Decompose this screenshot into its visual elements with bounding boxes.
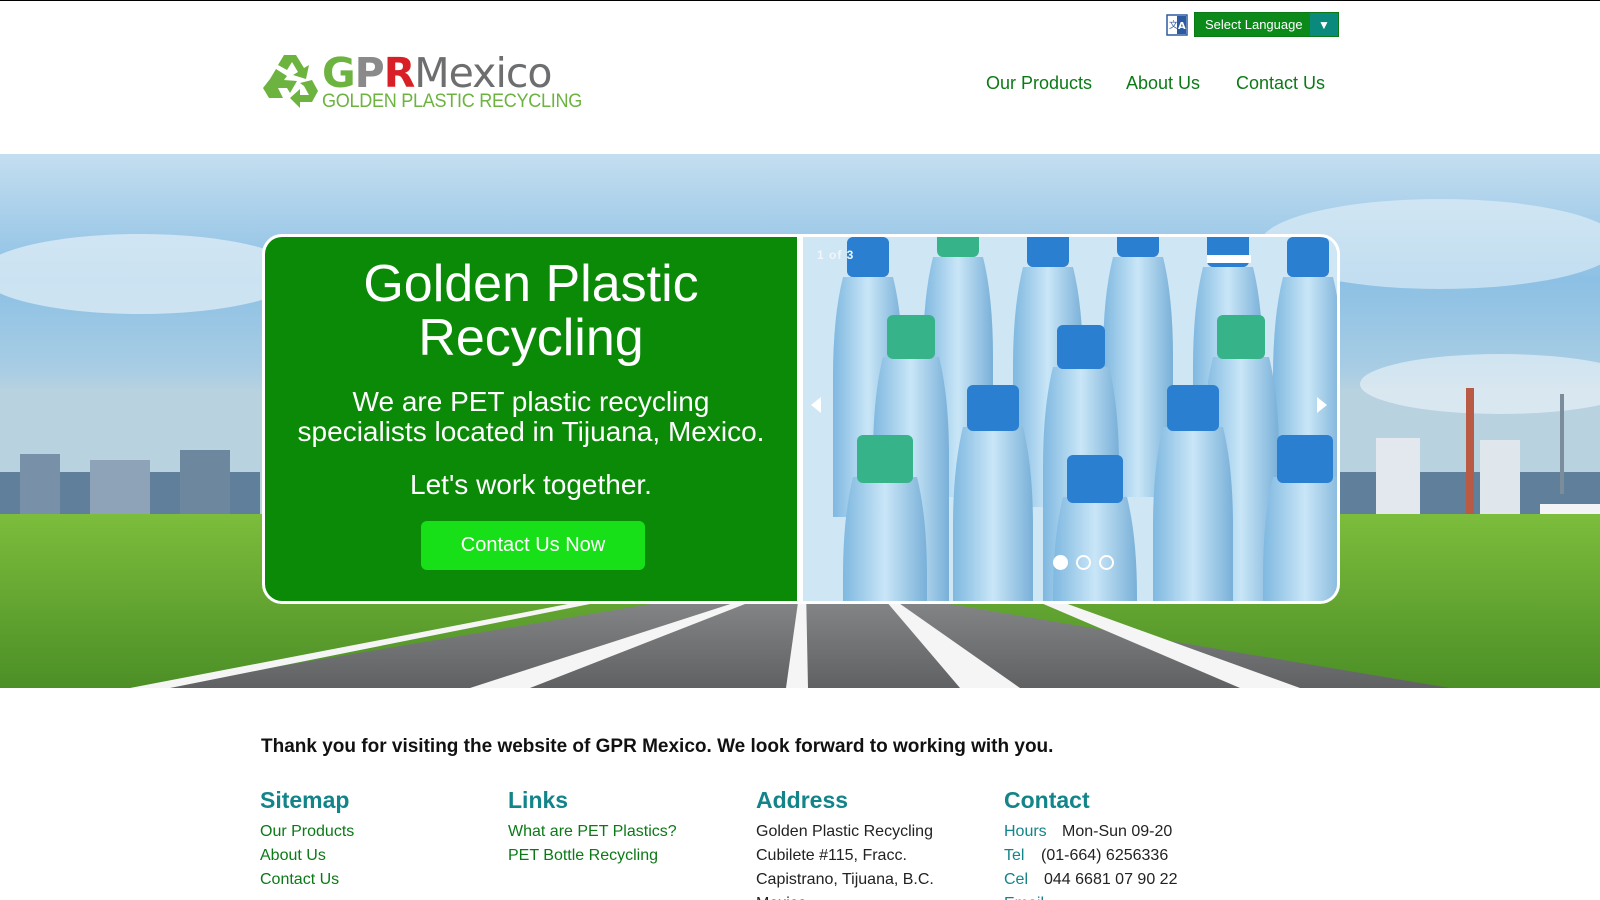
footer-sitemap: Sitemap Our Products About Us Contact Us (260, 787, 354, 892)
logo-wordmark: GPRMexico (322, 49, 552, 97)
dropdown-arrow-icon: ▼ (1310, 13, 1338, 36)
cel-value: 044 6681 07 90 22 (1044, 871, 1178, 888)
sitemap-heading: Sitemap (260, 787, 350, 813)
image-slider[interactable]: 1 of 3 (803, 237, 1337, 601)
address-line: Capistrano, Tijuana, B.C. (756, 871, 934, 888)
hero-intro: Golden Plastic Recycling We are PET plas… (265, 237, 797, 601)
link-pet-bottle-recycling[interactable]: PET Bottle Recycling (508, 844, 677, 868)
sitemap-link-our-products[interactable]: Our Products (260, 820, 354, 844)
prev-slide-arrow-icon[interactable] (807, 393, 825, 417)
svg-text:A: A (1178, 21, 1186, 32)
contact-tel: Tel (01-664) 6256336 (1004, 844, 1177, 868)
slider-dot-3[interactable] (1099, 555, 1114, 570)
translate-icon: 文 A (1165, 12, 1189, 37)
hero-title-line2: Recycling (418, 309, 644, 367)
address-line: Golden Plastic Recycling (756, 823, 933, 840)
slider-dots (1053, 555, 1114, 570)
logo-subtitle: GOLDEN PLASTIC RECYCLING (322, 91, 582, 112)
recycle-icon (263, 55, 318, 108)
nav-about-us[interactable]: About Us (1126, 73, 1200, 94)
address-heading: Address (756, 787, 849, 813)
address-line: Cubilete #115, Fracc. (756, 847, 907, 864)
hero-subtitle-line2: specialists located in Tijuana, Mexico. (297, 416, 765, 447)
thank-you-message: Thank you for visiting the website of GP… (261, 736, 1054, 757)
footer-links: Links What are PET Plastics? PET Bottle … (508, 787, 677, 868)
next-slide-arrow-icon[interactable] (1313, 393, 1331, 417)
site-header: GPRMexico GOLDEN PLASTIC RECYCLING 文 A S… (0, 1, 1600, 154)
language-selector[interactable]: 文 A Select Language ▼ (1165, 12, 1339, 37)
hero-subtitle: We are PET plastic recycling specialists… (265, 387, 797, 447)
hero-subtitle-line1: We are PET plastic recycling (352, 386, 710, 417)
hero-tagline: Let's work together. (410, 469, 652, 500)
plastic-bottles-image (803, 237, 1337, 601)
sitemap-link-contact-us[interactable]: Contact Us (260, 868, 354, 892)
cel-label: Cel (1004, 871, 1029, 888)
footer-contact: Contact Hours Mon-Sun 09-20 Tel (01-664) 6… (1004, 787, 1177, 900)
hero-panel: Golden Plastic Recycling We are PET plas… (262, 234, 1340, 604)
logo-letter-r: R (383, 49, 416, 97)
contact-us-now-button[interactable]: Contact Us Now (421, 521, 645, 570)
hero-banner: Golden Plastic Recycling We are PET plas… (0, 154, 1600, 688)
slide-counter: 1 of 3 (817, 248, 855, 262)
tel-label: Tel (1004, 847, 1025, 864)
gpr-mexico-logo[interactable]: GPRMexico GOLDEN PLASTIC RECYCLING (260, 49, 582, 119)
tel-value: (01-664) 6256336 (1041, 847, 1169, 864)
nav-our-products[interactable]: Our Products (986, 73, 1092, 94)
links-heading: Links (508, 787, 569, 813)
slider-dot-1[interactable] (1053, 555, 1068, 570)
svg-text:文: 文 (1169, 19, 1178, 31)
hours-value: Mon-Sun 09-20 (1062, 823, 1173, 840)
contact-email: Email (1004, 892, 1177, 900)
slider-dot-2[interactable] (1076, 555, 1091, 570)
logo-letter-p: P (354, 49, 385, 97)
footer-address: Address Golden Plastic Recycling Cubilet… (756, 787, 934, 900)
sitemap-link-about-us[interactable]: About Us (260, 844, 354, 868)
hours-label: Hours (1004, 823, 1047, 840)
email-label: Email (1004, 892, 1044, 900)
contact-cel: Cel 044 6681 07 90 22 (1004, 868, 1177, 892)
language-select-label: Select Language (1205, 17, 1303, 32)
language-dropdown[interactable]: Select Language ▼ (1194, 12, 1339, 37)
contact-hours: Hours Mon-Sun 09-20 (1004, 820, 1177, 844)
link-what-are-pet-plastics[interactable]: What are PET Plastics? (508, 820, 677, 844)
slide-progress-bar (1207, 255, 1251, 263)
hero-title-line1: Golden Plastic (363, 255, 699, 313)
address-line: Mexico (756, 892, 934, 900)
contact-heading: Contact (1004, 787, 1090, 813)
logo-mexico: Mexico (414, 49, 552, 97)
nav-contact-us[interactable]: Contact Us (1236, 73, 1325, 94)
hero-title: Golden Plastic Recycling (265, 257, 797, 365)
logo-letter-g: G (322, 49, 356, 97)
